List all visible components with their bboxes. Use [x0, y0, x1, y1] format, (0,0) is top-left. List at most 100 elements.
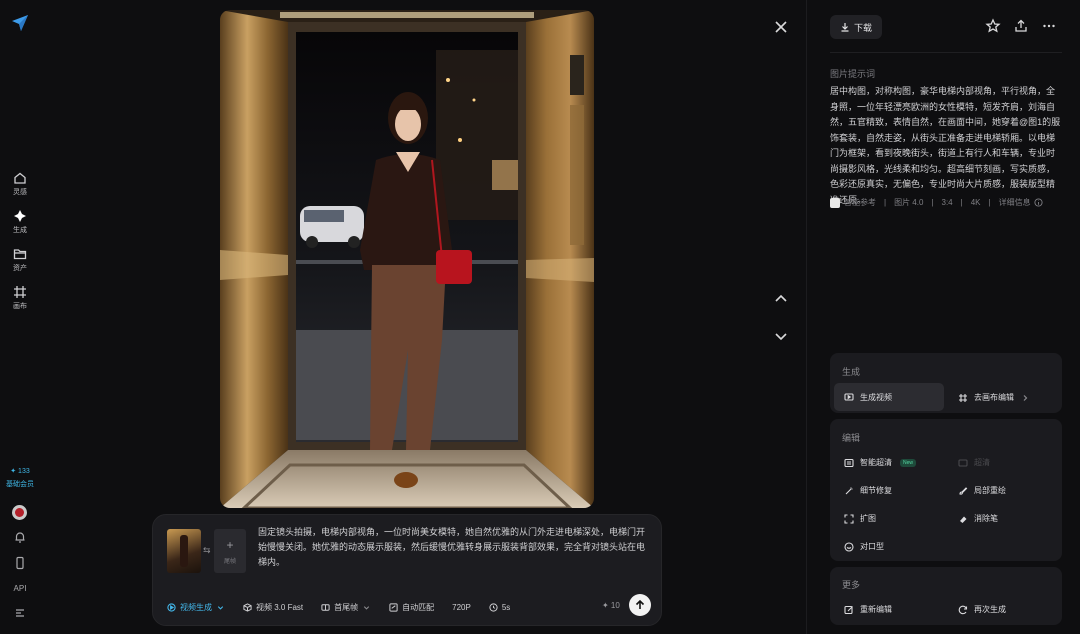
- more-icon[interactable]: [1041, 18, 1057, 34]
- model-select[interactable]: 视频 3.0 Fast: [243, 602, 303, 613]
- aspect-ratio-icon: [389, 602, 398, 612]
- edit-icon: [844, 605, 853, 614]
- frames-select[interactable]: 首尾帧: [321, 602, 371, 613]
- detail-repair-button[interactable]: 细节修复: [844, 485, 892, 496]
- upscale-button: 超清: [958, 457, 990, 468]
- avatar[interactable]: [12, 505, 27, 520]
- smart-upscale-button[interactable]: 智能超清 New: [844, 457, 917, 468]
- composer-toolbar: 视频生成 视频 3.0 Fast 首尾帧 自动匹配 720P 5s: [167, 599, 528, 615]
- hd-icon: [958, 458, 968, 467]
- credit-count: ✦ 133: [10, 468, 30, 475]
- ratio-label: 自动匹配: [402, 602, 435, 612]
- upscale-icon: [844, 458, 854, 467]
- generate-card: 生成 生成视频 去画布编辑: [830, 353, 1062, 413]
- bell-icon[interactable]: [13, 530, 27, 544]
- ratio-select[interactable]: 自动匹配: [389, 602, 434, 613]
- sparkle-icon: [14, 210, 26, 222]
- brush-icon: [959, 486, 968, 495]
- chevron-down-icon: [217, 605, 224, 610]
- edit-card: 编辑 智能超清 New 超清 细节修复 局部重绘 扩图 消除笔 对口型: [830, 419, 1062, 561]
- partial-redraw-button[interactable]: 局部重绘: [958, 485, 1006, 496]
- frames-icon: [321, 603, 330, 611]
- clock-icon: [489, 602, 498, 612]
- chevron-down-icon[interactable]: [772, 327, 790, 345]
- send-button[interactable]: [629, 594, 651, 616]
- resolution-label: 720P: [452, 602, 471, 612]
- generate-video-button[interactable]: 生成视频: [834, 383, 944, 411]
- frames-label: 首尾帧: [334, 602, 359, 612]
- app-root: 灵感 生成 资产 画布 ✦ 133 基础会员 API ⇆ + 尾帧 固定镜头拍摄…: [0, 0, 1080, 634]
- prompt-input[interactable]: 固定镜头拍摄，电梯内部视角，一位时尚美女模特，她自然优雅的从门外走进电梯深处，电…: [258, 525, 653, 570]
- chevron-up-icon[interactable]: [772, 290, 790, 308]
- new-badge: New: [900, 458, 917, 467]
- regenerate-label: 再次生成: [974, 605, 1006, 614]
- meta-separator: |: [988, 198, 991, 207]
- lip-sync-button[interactable]: 对口型: [844, 541, 884, 552]
- generate-video-label: 生成视频: [860, 392, 892, 402]
- preview-image: [220, 10, 594, 508]
- sidebar-item-assets[interactable]: 资产: [0, 247, 40, 273]
- prompt-section-label: 图片提示词: [830, 69, 876, 79]
- meta-separator: |: [884, 198, 887, 207]
- generate-card-title: 生成: [842, 367, 861, 377]
- info-icon: [1034, 198, 1043, 207]
- share-icon[interactable]: [1013, 18, 1029, 34]
- credit-cost: ✦ 10: [602, 601, 620, 610]
- ratio-meta: 3:4: [941, 198, 953, 207]
- edit-card-title: 编辑: [842, 433, 861, 443]
- download-button[interactable]: 下载: [830, 15, 882, 39]
- image-meta: 智能参考 | 图片 4.0 | 3:4 | 4K | 详细信息: [830, 197, 1043, 208]
- sidebar-item-inspiration[interactable]: 灵感: [0, 171, 40, 197]
- eraser-button[interactable]: 消除笔: [958, 513, 998, 524]
- partial-redraw-label: 局部重绘: [974, 486, 1006, 495]
- download-label: 下载: [853, 22, 872, 33]
- reference-label: 智能参考: [844, 198, 876, 207]
- folder-icon: [13, 249, 27, 260]
- video-icon: [844, 393, 854, 401]
- phone-icon[interactable]: [13, 556, 27, 570]
- expand-icon: [844, 513, 854, 524]
- chevron-down-icon: [363, 605, 370, 610]
- re-edit-label: 重新编辑: [860, 605, 892, 614]
- more-card-title: 更多: [842, 580, 861, 590]
- mode-select[interactable]: 视频生成: [167, 602, 225, 613]
- sidebar-item-generate[interactable]: 生成: [0, 209, 40, 235]
- sidebar-item-canvas[interactable]: 画布: [0, 285, 40, 311]
- swap-frames-icon[interactable]: ⇆: [203, 545, 211, 556]
- detail-repair-label: 细节修复: [860, 486, 892, 495]
- sidebar-item-label: 画布: [13, 303, 27, 310]
- eraser-icon: [960, 516, 967, 523]
- tail-frame-label: 尾帧: [223, 558, 236, 565]
- video-mode-icon: [167, 602, 176, 612]
- cube-icon: [243, 602, 252, 612]
- canvas-icon: [14, 286, 26, 298]
- meta-separator: |: [931, 198, 934, 207]
- star-icon[interactable]: [985, 18, 1001, 34]
- first-frame-thumbnail[interactable]: [167, 529, 201, 573]
- expand-image-button[interactable]: 扩图: [844, 513, 876, 524]
- credits-block[interactable]: ✦ 133 基础会员: [0, 467, 40, 489]
- details-link[interactable]: 详细信息: [999, 197, 1043, 208]
- canvas-edit-button[interactable]: 去画布编辑: [958, 392, 1030, 403]
- re-edit-button[interactable]: 重新编辑: [844, 604, 892, 615]
- meta-separator: |: [960, 198, 963, 207]
- details-label: 详细信息: [998, 198, 1031, 207]
- duration-select[interactable]: 5s: [489, 603, 510, 612]
- regenerate-button[interactable]: 再次生成: [958, 604, 1006, 615]
- paper-plane-logo-icon[interactable]: [10, 13, 30, 33]
- upscale-label: 超清: [974, 458, 990, 467]
- chevron-right-icon: [1023, 394, 1028, 401]
- tail-frame-slot[interactable]: + 尾帧: [214, 529, 246, 573]
- smart-upscale-label: 智能超清: [860, 458, 892, 467]
- lip-sync-label: 对口型: [860, 542, 884, 551]
- lip-sync-icon: [844, 541, 854, 552]
- api-link[interactable]: API: [0, 584, 40, 593]
- menu-icon[interactable]: [13, 606, 27, 620]
- left-sidebar: 灵感 生成 资产 画布 ✦ 133 基础会员 API: [0, 0, 40, 634]
- eraser-label: 消除笔: [974, 514, 998, 523]
- sidebar-item-label: 资产: [13, 265, 27, 272]
- home-icon: [14, 172, 26, 184]
- magic-wand-icon: [845, 487, 853, 494]
- close-icon[interactable]: [772, 18, 790, 36]
- resolution-select[interactable]: 720P: [452, 603, 471, 612]
